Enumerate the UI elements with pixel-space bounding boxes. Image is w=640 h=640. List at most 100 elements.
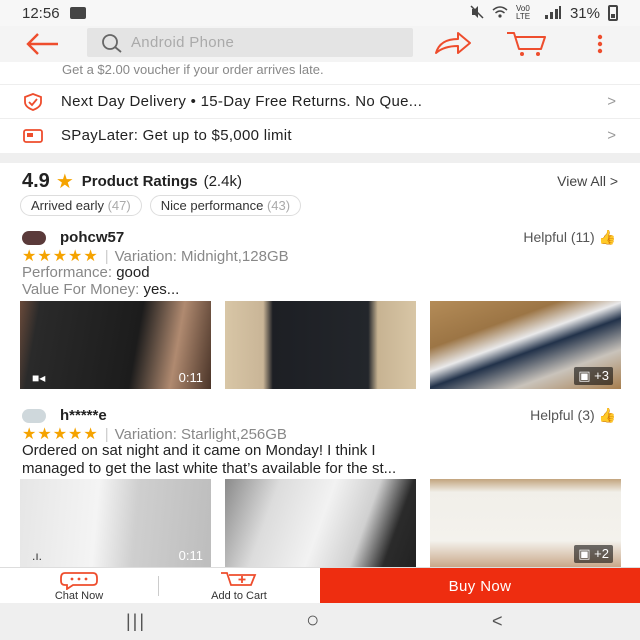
add-to-cart-button[interactable]: Add to Cart — [159, 568, 319, 604]
more-photos-count: +2 — [594, 546, 609, 561]
helpful-button[interactable]: Helpful (11) 👍 — [523, 229, 616, 246]
ratings-count: (2.4k) — [203, 172, 242, 190]
paylater-icon — [22, 127, 44, 145]
section-divider — [0, 153, 640, 163]
chat-now-button[interactable]: Chat Now — [0, 568, 158, 604]
search-input[interactable]: Android Phone — [87, 28, 413, 57]
avatar — [22, 408, 46, 423]
share-button[interactable] — [432, 31, 474, 57]
review-variation: Variation: Midnight,128GB — [114, 247, 289, 265]
rating-filter-chips: Arrived early (47) Nice performance (43) — [20, 195, 302, 216]
video-camera-icon: ■◂ — [32, 371, 46, 385]
search-icon — [102, 33, 122, 53]
avatar — [22, 230, 46, 245]
back-arrow-icon — [26, 33, 58, 55]
cart-button[interactable] — [505, 30, 549, 58]
review-user: h*****e — [22, 407, 107, 424]
ratings-header: 4.9 ★ Product Ratings (2.4k) View All > — [22, 168, 618, 194]
review-photo[interactable] — [225, 301, 416, 389]
review-performance: Performance: good — [22, 264, 150, 281]
thumbs-up-icon: 👍 — [598, 229, 616, 245]
value-value: yes... — [143, 281, 180, 298]
chevron-right-icon: > — [607, 127, 616, 144]
star-icon: ★ — [55, 170, 74, 193]
mute-icon — [470, 4, 484, 22]
wifi-icon — [492, 5, 508, 22]
separator: | — [104, 425, 109, 443]
chip-arrived-early[interactable]: Arrived early (47) — [20, 195, 142, 216]
status-right: Vo0 LTE 31% — [470, 5, 618, 22]
buy-now-label: Buy Now — [448, 577, 512, 595]
more-photos-badge: ▣ +3 — [574, 367, 613, 385]
chip-count: (43) — [266, 198, 291, 213]
view-all-link[interactable]: View All > — [557, 173, 618, 189]
review-photo[interactable]: ▣ +2 — [430, 479, 621, 567]
cart-icon — [507, 32, 546, 56]
performance-value: good — [116, 264, 150, 281]
delivery-row[interactable]: Next Day Delivery • 15-Day Free Returns.… — [0, 84, 640, 118]
review-stars: ★★★★★ — [22, 248, 99, 265]
recents-button[interactable]: ||| — [126, 611, 146, 632]
share-icon — [435, 32, 471, 54]
review-photo[interactable] — [225, 479, 416, 567]
rating-score: 4.9 — [22, 169, 50, 192]
chip-label: Nice performance — [160, 198, 264, 213]
chat-now-label: Chat Now — [54, 590, 104, 602]
chip-label: Arrived early — [31, 198, 104, 213]
review-rating-line: ★★★★★ | Variation: Midnight,128GB — [22, 246, 289, 266]
review-media: .ı. 0:11 ▣ +2 — [20, 479, 621, 567]
review-text-line: Ordered on sat night and it came on Mond… — [22, 442, 376, 459]
review-username: h*****e — [60, 407, 107, 424]
review-value-for-money: Value For Money: yes... — [22, 281, 179, 298]
video-duration: 0:11 — [178, 370, 203, 385]
video-loading-icon: .ı. — [32, 549, 43, 563]
video-duration: 0:11 — [178, 548, 203, 563]
search-placeholder: Android Phone — [131, 34, 235, 51]
review-video[interactable]: ■◂ 0:11 — [20, 301, 211, 389]
review-text-line: managed to get the last white that’s ava… — [22, 460, 397, 477]
shield-icon — [22, 93, 44, 111]
buy-now-button[interactable]: Buy Now — [320, 568, 640, 604]
top-bar: Android Phone — [0, 26, 640, 62]
add-cart-icon — [221, 572, 257, 586]
review-rating-line: ★★★★★ | Variation: Starlight,256GB — [22, 424, 287, 444]
helpful-count: Helpful (3) — [530, 407, 595, 423]
helpful-button[interactable]: Helpful (3) 👍 — [530, 407, 616, 424]
add-to-cart-label: Add to Cart — [211, 590, 267, 602]
separator: | — [104, 247, 109, 265]
thumbs-up-icon: 👍 — [598, 407, 616, 423]
review-variation: Variation: Starlight,256GB — [114, 425, 287, 443]
home-button[interactable]: ○ — [306, 607, 319, 633]
review-text: Ordered on sat night and it came on Mond… — [22, 442, 618, 478]
chevron-right-icon: > — [607, 93, 616, 110]
more-vertical-icon — [597, 34, 603, 54]
system-nav-bar: ||| ○ < — [0, 603, 640, 640]
helpful-count: Helpful (11) — [523, 229, 595, 245]
review-video[interactable]: .ı. 0:11 — [20, 479, 211, 567]
back-button[interactable] — [22, 30, 62, 58]
status-bar: 12:56 Vo0 LTE 31% — [0, 0, 640, 26]
bottom-action-bar: Chat Now Add to Cart Buy Now — [0, 567, 640, 604]
review-photo[interactable]: ▣ +3 — [430, 301, 621, 389]
value-label: Value For Money: — [22, 281, 140, 298]
status-time: 12:56 — [22, 4, 60, 22]
review-stars: ★★★★★ — [22, 426, 99, 443]
chip-nice-performance[interactable]: Nice performance (43) — [149, 195, 302, 216]
paylater-text: SPayLater: Get up to $5,000 limit — [61, 127, 292, 144]
system-back-button[interactable]: < — [492, 611, 503, 632]
ratings-title: Product Ratings — [81, 172, 198, 190]
performance-label: Performance: — [22, 264, 113, 281]
delivery-text: Next Day Delivery • 15-Day Free Returns.… — [61, 93, 423, 110]
paylater-row[interactable]: SPayLater: Get up to $5,000 limit > — [0, 118, 640, 152]
review-media: ■◂ 0:11 ▣ +3 — [20, 301, 621, 389]
review-username: pohcw57 — [60, 229, 125, 246]
more-button[interactable] — [592, 31, 608, 57]
late-voucher-text: Get a $2.00 voucher if your order arrive… — [62, 62, 324, 77]
more-photos-count: +3 — [594, 368, 609, 383]
more-photos-badge: ▣ +2 — [574, 545, 613, 563]
chip-count: (47) — [107, 198, 131, 213]
signal-icon — [544, 5, 562, 22]
review-user: pohcw57 — [22, 229, 124, 246]
gallery-notification-icon — [69, 7, 86, 19]
chat-icon — [60, 572, 98, 591]
